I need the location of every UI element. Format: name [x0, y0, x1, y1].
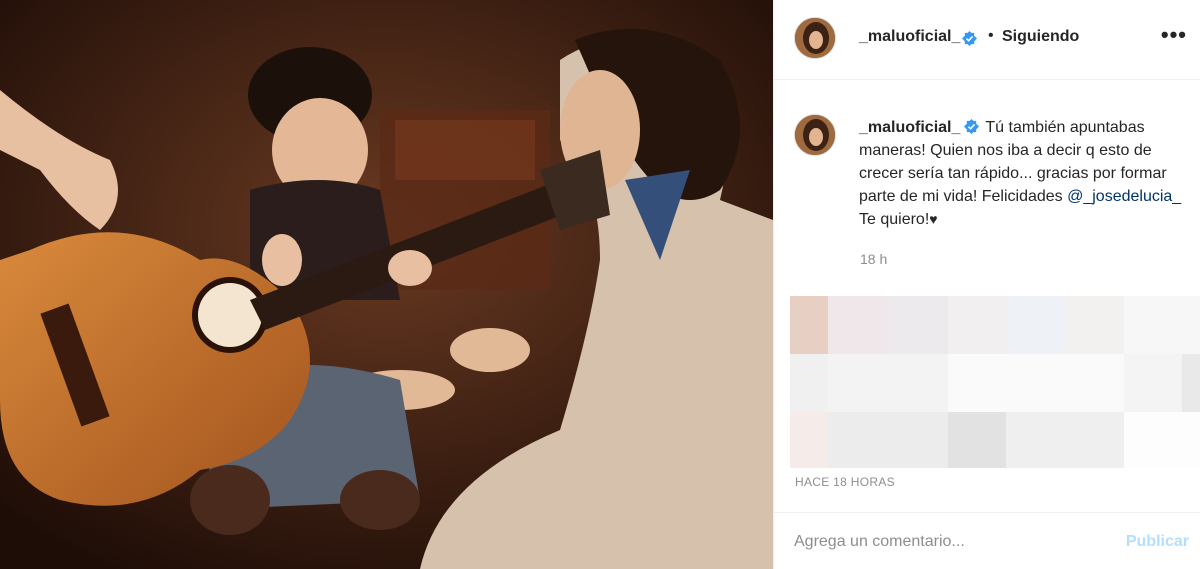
verified-badge-icon	[962, 31, 977, 46]
username-link[interactable]: _maluoficial_	[859, 28, 960, 46]
blurred-comments	[790, 296, 1200, 468]
post-details-panel: _maluoficial_ • Siguiendo ••• _maluofici…	[773, 0, 1200, 569]
publish-button[interactable]: Publicar	[1126, 533, 1189, 551]
caption-avatar-image	[795, 115, 835, 155]
following-button[interactable]: Siguiendo	[1002, 28, 1079, 46]
heart-emoji: ♥	[929, 211, 938, 227]
caption-mention-link[interactable]: @_josedelucia_	[1067, 188, 1181, 205]
comment-bar: Publicar	[774, 512, 1200, 569]
photo-illustration	[0, 0, 773, 569]
caption-end-text: Te quiero!	[859, 211, 930, 228]
avatar-image	[795, 18, 835, 58]
caption-verified-badge-icon	[964, 119, 980, 134]
more-options-icon[interactable]: •••	[1161, 22, 1187, 48]
avatar[interactable]	[794, 17, 836, 59]
caption-avatar[interactable]	[794, 114, 836, 156]
caption-age[interactable]: 18 h	[860, 251, 887, 267]
comment-input[interactable]	[794, 530, 1094, 554]
post-caption: _maluoficial_ Tú también apuntabas maner…	[859, 116, 1189, 231]
post-timestamp[interactable]: HACE 18 HORAS	[795, 475, 895, 489]
separator-dot: •	[988, 27, 994, 44]
post-header: _maluoficial_ • Siguiendo •••	[774, 0, 1200, 80]
post-photo[interactable]	[0, 0, 773, 569]
caption-username-link[interactable]: _maluoficial_	[859, 119, 960, 136]
